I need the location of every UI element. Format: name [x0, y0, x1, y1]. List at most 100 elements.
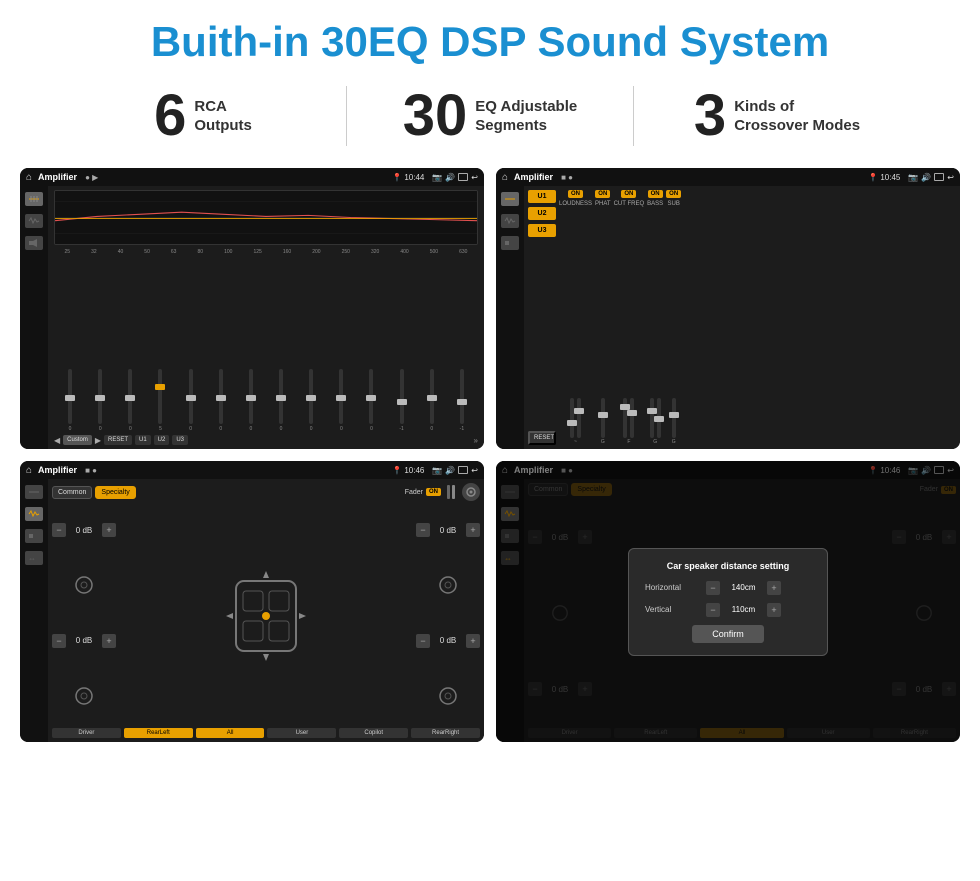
dots-1: ● ▶ — [85, 173, 98, 182]
signal-icon-3 — [458, 466, 468, 474]
all-btn[interactable]: All — [196, 728, 265, 738]
status-bar-3: ⌂ Amplifier ■ ● 📍 10:46 📷 🔊 ↩ — [20, 461, 484, 479]
loudness-slider[interactable] — [570, 398, 574, 438]
next-preset-btn[interactable]: ▶ — [95, 436, 101, 445]
time-1: 📍 10:44 — [392, 173, 424, 182]
distance-dialog-overlay: Car speaker distance setting Horizontal … — [496, 461, 960, 742]
stat-label-rca: RCAOutputs — [194, 97, 252, 136]
screenshots-grid: ⌂ Amplifier ● ▶ 📍 10:44 📷 🔊 ↩ — [0, 160, 980, 750]
status-icons-1: 📷 🔊 ↩ — [432, 173, 478, 182]
rearright-btn[interactable]: RearRight — [411, 728, 480, 738]
eq-sliders: 0 0 0 5 0 0 0 0 0 0 0 -1 0 -1 — [54, 259, 478, 432]
dots-3: ■ ● — [85, 466, 97, 475]
crossover-reset-btn[interactable]: RESET — [528, 431, 556, 445]
specialty-tab[interactable]: Specialty — [95, 486, 135, 499]
eq-mode-icon-2[interactable] — [501, 192, 519, 206]
horizontal-plus[interactable]: + — [767, 581, 781, 595]
sub-on[interactable]: ON — [666, 190, 681, 198]
bass-col: ON BASS G — [647, 190, 663, 445]
cutfreq-slider[interactable] — [623, 398, 627, 438]
horizontal-row: Horizontal − 140cm + — [645, 581, 811, 595]
bass-slider2[interactable] — [657, 398, 661, 438]
screen2-content: U1 U2 U3 RESET ON LOUDNESS ~ — [496, 186, 960, 449]
screen3-content: ⇔ Common Specialty Fader ON — [20, 479, 484, 742]
home-icon-2: ⌂ — [502, 172, 508, 183]
signal-icon — [458, 173, 468, 181]
db-minus-3[interactable]: − — [416, 523, 430, 537]
sub-slider[interactable] — [672, 398, 676, 438]
fader-on[interactable]: ON — [426, 488, 441, 496]
wave-icon-3[interactable] — [25, 507, 43, 521]
db-value-2: 0 dB — [70, 636, 98, 645]
screen-fader: ⌂ Amplifier ■ ● 📍 10:46 📷 🔊 ↩ — [20, 461, 484, 742]
u1-crossover-btn[interactable]: U1 — [528, 190, 556, 203]
db-minus-1[interactable]: − — [52, 523, 66, 537]
wave-icon-2[interactable] — [501, 214, 519, 228]
loudness-slider2[interactable] — [577, 398, 581, 438]
driver-btn[interactable]: Driver — [52, 728, 121, 738]
screen1-content: 253240506380100125160200250320400500630 … — [20, 186, 484, 449]
eq-mode-icon[interactable] — [25, 192, 43, 206]
speaker-circle-1 — [52, 575, 116, 595]
u3-crossover-btn[interactable]: U3 — [528, 224, 556, 237]
cutfreq-slider2[interactable] — [630, 398, 634, 438]
db-plus-4[interactable]: + — [466, 634, 480, 648]
rearleft-btn[interactable]: RearLeft — [124, 728, 193, 738]
reset-btn[interactable]: RESET — [104, 435, 132, 445]
phat-slider[interactable] — [601, 398, 605, 438]
status-icons-2: 📷 🔊 ↩ — [908, 173, 954, 182]
camera-icon-3: 📷 — [432, 466, 442, 475]
loudness-on[interactable]: ON — [568, 190, 583, 198]
loudness-col: ON LOUDNESS ~ — [559, 190, 592, 445]
u2-btn[interactable]: U2 — [154, 435, 170, 445]
db-plus-3[interactable]: + — [466, 523, 480, 537]
back-icon-2: ↩ — [947, 173, 954, 182]
u1-btn[interactable]: U1 — [135, 435, 151, 445]
user-btn[interactable]: User — [267, 728, 336, 738]
eq-freq-labels: 253240506380100125160200250320400500630 — [54, 249, 478, 255]
fader-text: Fader — [405, 489, 423, 496]
eq-panel: 253240506380100125160200250320400500630 … — [48, 186, 484, 449]
db-minus-4[interactable]: − — [416, 634, 430, 648]
loudness-label: LOUDNESS — [559, 201, 592, 207]
db-plus-2[interactable]: + — [102, 634, 116, 648]
home-icon-3: ⌂ — [26, 465, 32, 476]
bass-on[interactable]: ON — [648, 190, 663, 198]
db-row-2: − 0 dB + — [52, 634, 116, 648]
db-minus-2[interactable]: − — [52, 634, 66, 648]
u2-crossover-btn[interactable]: U2 — [528, 207, 556, 220]
screen1-title: Amplifier — [38, 172, 77, 182]
prev-preset-btn[interactable]: ◀ — [54, 436, 60, 445]
speaker-icon-2[interactable] — [501, 236, 519, 250]
bottom-buttons: Driver RearLeft All User Copilot RearRig… — [52, 728, 480, 738]
stat-rca: 6 RCAOutputs — [60, 87, 346, 145]
copilot-btn[interactable]: Copilot — [339, 728, 408, 738]
stat-crossover: 3 Kinds ofCrossover Modes — [634, 87, 920, 145]
speaker-icon[interactable] — [25, 236, 43, 250]
bass-label: BASS — [647, 201, 663, 207]
horizontal-minus[interactable]: − — [706, 581, 720, 595]
arrows-icon-3[interactable]: ⇔ — [25, 551, 43, 565]
speaker-icon-3[interactable] — [25, 529, 43, 543]
stat-label-crossover: Kinds ofCrossover Modes — [734, 97, 860, 136]
stat-number-eq: 30 — [403, 87, 468, 145]
phat-on[interactable]: ON — [595, 190, 610, 198]
cutfreq-on[interactable]: ON — [621, 190, 636, 198]
horizontal-value: 140cm — [726, 583, 761, 592]
stats-row: 6 RCAOutputs 30 EQ AdjustableSegments 3 … — [0, 76, 980, 160]
screen-eq: ⌂ Amplifier ● ▶ 📍 10:44 📷 🔊 ↩ — [20, 168, 484, 449]
db-plus-1[interactable]: + — [102, 523, 116, 537]
u3-btn[interactable]: U3 — [172, 435, 188, 445]
vertical-label: Vertical — [645, 605, 700, 614]
eq-mode-icon-3[interactable] — [25, 485, 43, 499]
wave-icon[interactable] — [25, 214, 43, 228]
more-icon: » — [474, 436, 478, 445]
settings-icon[interactable] — [462, 483, 480, 501]
phat-col: ON PHAT G — [595, 190, 611, 445]
common-tab[interactable]: Common — [52, 486, 92, 499]
vertical-minus[interactable]: − — [706, 603, 720, 617]
vertical-plus[interactable]: + — [767, 603, 781, 617]
custom-preset-btn[interactable]: Custom — [63, 435, 92, 445]
car-diagram — [120, 506, 412, 725]
confirm-button[interactable]: Confirm — [692, 625, 764, 643]
